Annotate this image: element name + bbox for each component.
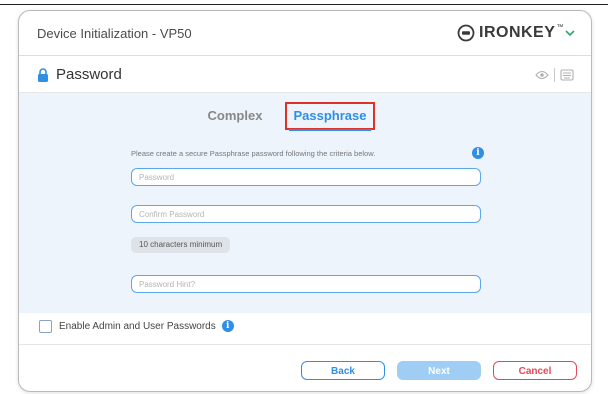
- cancel-button[interactable]: Cancel: [493, 361, 577, 380]
- password-field[interactable]: [131, 168, 481, 186]
- requirement-badge: 10 characters minimum: [131, 237, 231, 253]
- info-icon[interactable]: i: [221, 320, 234, 332]
- password-hint-field[interactable]: [131, 275, 481, 293]
- tab-complex[interactable]: Complex: [197, 102, 273, 130]
- title-bar: Device Initialization - VP50 IRONKEY ™: [19, 11, 591, 56]
- password-panel: Complex Passphrase Please create a secur…: [19, 93, 591, 313]
- top-divider-line: [0, 4, 608, 5]
- instruction-text: Please create a secure Passphrase passwo…: [131, 149, 376, 158]
- admin-option-row: Enable Admin and User Passwords i: [39, 318, 234, 334]
- keyboard-icon[interactable]: [560, 69, 574, 81]
- back-button[interactable]: Back: [301, 361, 385, 380]
- lock-icon: [38, 68, 48, 82]
- toolbar-separator: [554, 68, 555, 82]
- confirm-password-field[interactable]: [131, 205, 481, 223]
- section-header: Password: [19, 56, 591, 93]
- ironkey-logo-icon: [457, 24, 475, 42]
- window-title: Device Initialization - VP50: [37, 26, 192, 41]
- chevron-down-icon[interactable]: [563, 26, 577, 40]
- section-title: Password: [56, 66, 122, 83]
- admin-passwords-label[interactable]: Enable Admin and User Passwords: [59, 321, 216, 332]
- footer-divider: [19, 344, 591, 345]
- admin-passwords-checkbox[interactable]: [39, 319, 52, 333]
- info-icon[interactable]: i: [472, 147, 484, 159]
- active-tab-underline: [289, 129, 371, 131]
- brand-name: IRONKEY: [479, 24, 556, 41]
- brand-logo: IRONKEY ™: [457, 22, 563, 44]
- next-button[interactable]: Next: [397, 361, 481, 380]
- dialog-window: Device Initialization - VP50 IRONKEY ™ P…: [18, 10, 592, 392]
- eye-icon[interactable]: [535, 70, 549, 80]
- tab-passphrase[interactable]: Passphrase: [285, 102, 375, 130]
